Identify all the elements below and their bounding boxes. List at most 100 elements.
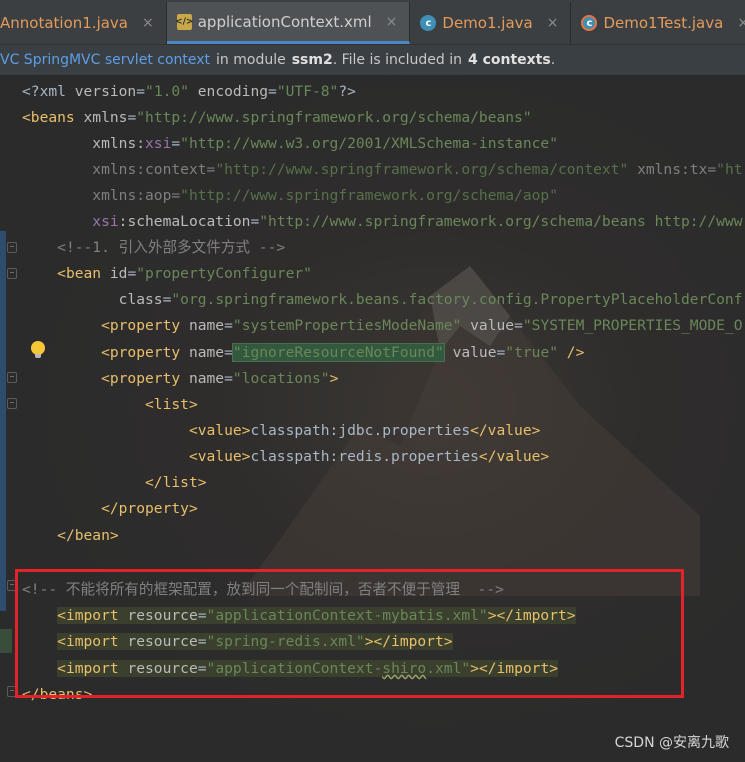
eq: = (127, 265, 137, 282)
code-line: <value>classpath:jdbc.properties</value> (22, 418, 540, 444)
eq: = (171, 187, 181, 204)
attr-name: name (188, 317, 225, 334)
namespace: xsi (92, 213, 119, 230)
close-tab-icon[interactable]: × (547, 15, 559, 31)
eq: = (514, 317, 523, 334)
attr-value: "org.springframework.beans.factory.confi… (171, 291, 743, 308)
attr-value: "http://www.springframework.org/schema/b… (259, 213, 743, 230)
tab-label: Demo1.java (442, 14, 533, 32)
attr-name: xmlns (83, 109, 128, 126)
code-line: xmlns:context="http://www.springframewor… (22, 157, 742, 183)
attr-value: "1.0" (145, 83, 189, 100)
attr-value: "http://www.springframework.org/schema/b… (136, 109, 532, 126)
eq: = (136, 83, 146, 100)
vcs-added-marker (0, 629, 12, 653)
eq: = (250, 213, 260, 230)
attr-value: "UTF-8" (276, 83, 339, 100)
attr-name: xmlns:tx (628, 161, 708, 178)
fold-icon[interactable] (7, 242, 17, 253)
attr-value: "locations" (232, 370, 330, 387)
tag: </value> (478, 448, 550, 465)
code-line: xmlns:aop="http://www.springframework.or… (22, 183, 558, 209)
highlight-annotation-box (15, 569, 684, 698)
tab-label: Annotation1.java (0, 14, 128, 32)
test-class-icon: c (581, 15, 598, 31)
code-editor[interactable]: <?xml version="1.0" encoding="UTF-8"?> <… (0, 76, 745, 762)
attr-value-selected: "ignoreResourceNotFound" (231, 343, 445, 362)
attr-value: "http://www.w3.org/2001/XMLSchema-instan… (180, 135, 558, 152)
tab-annotation1[interactable]: Annotation1.java × (0, 2, 167, 44)
code-line: <property name="locations"> (22, 366, 338, 392)
namespace: xsi (145, 135, 172, 152)
code-line: <property name="systemPropertiesModeName… (22, 313, 743, 339)
code-line: </property> (22, 496, 198, 522)
close-tab-icon[interactable]: × (142, 15, 154, 31)
xml-file-icon: </> (175, 13, 193, 30)
code-line: <bean id="propertyConfigurer" (22, 261, 312, 287)
tab-demo1test[interactable]: c Demo1Test.java × (571, 2, 745, 44)
eq: = (206, 161, 216, 178)
attr-name: id (109, 265, 128, 282)
watermark: CSDN @安离九歌 (614, 735, 729, 751)
tag: </property> (101, 500, 198, 517)
editor-tab-bar: Annotation1.java × </> applicationContex… (0, 0, 745, 45)
eq: = (127, 109, 137, 126)
code-line: xsi:schemaLocation="http://www.springfra… (22, 209, 743, 235)
servlet-context-link[interactable]: VC SpringMVC servlet context (0, 52, 210, 68)
tag: <property (101, 317, 189, 334)
tab-demo1[interactable]: c Demo1.java × (410, 2, 572, 44)
attr-value: "SYSTEM_PROPERTIES_MODE_O (522, 317, 743, 334)
eq: = (268, 83, 277, 100)
fold-icon[interactable] (7, 372, 17, 383)
fold-icon[interactable] (7, 268, 17, 279)
tag-text: classpath:redis.properties (250, 448, 479, 465)
code-line: </list> (22, 470, 207, 496)
code-line: <beans xmlns="http://www.springframework… (22, 105, 532, 131)
eq: = (171, 135, 181, 152)
attr-name: version (74, 83, 137, 100)
attr-name: xmlns:context (92, 161, 207, 178)
attr-name: value (443, 344, 497, 361)
attr-name: encoding (188, 83, 269, 100)
tag: <bean (57, 265, 110, 282)
comment: <!--1. 引入外部多文件方式 --> (57, 239, 286, 256)
attr-name: :schemaLocation (118, 213, 251, 230)
close-tab-icon[interactable]: × (737, 15, 745, 31)
banner-text: in module (216, 52, 286, 68)
code-line: <!--1. 引入外部多文件方式 --> (22, 235, 285, 261)
tag: <property (101, 370, 189, 387)
code-line: <?xml version="1.0" encoding="UTF-8"?> (22, 79, 356, 105)
eq: = (707, 161, 717, 178)
code-line: <value>classpath:redis.properties</value… (22, 444, 549, 470)
attr-value: "http://www.springframework.org/schema/a… (180, 187, 558, 204)
close-tab-icon[interactable]: × (386, 14, 398, 30)
contexts-count[interactable]: 4 contexts (468, 52, 551, 68)
attr-name: xmlns:aop (92, 187, 172, 204)
tab-label: applicationContext.xml (197, 12, 372, 31)
tab-application-context[interactable]: </> applicationContext.xml × (166, 2, 411, 44)
tag: </list> (145, 474, 207, 491)
attr-name: name (188, 370, 225, 387)
banner-period: . (550, 52, 556, 68)
tag: <value> (188, 448, 251, 465)
tag: </bean> (57, 527, 119, 544)
tab-label: Demo1Test.java (603, 14, 724, 32)
tag-close: > (329, 370, 339, 387)
fold-icon[interactable] (7, 398, 17, 409)
eq: = (224, 317, 233, 334)
attr-name: value (461, 317, 515, 334)
attr-value: "systemPropertiesModeName" (232, 317, 462, 334)
class-icon: c (420, 15, 437, 31)
